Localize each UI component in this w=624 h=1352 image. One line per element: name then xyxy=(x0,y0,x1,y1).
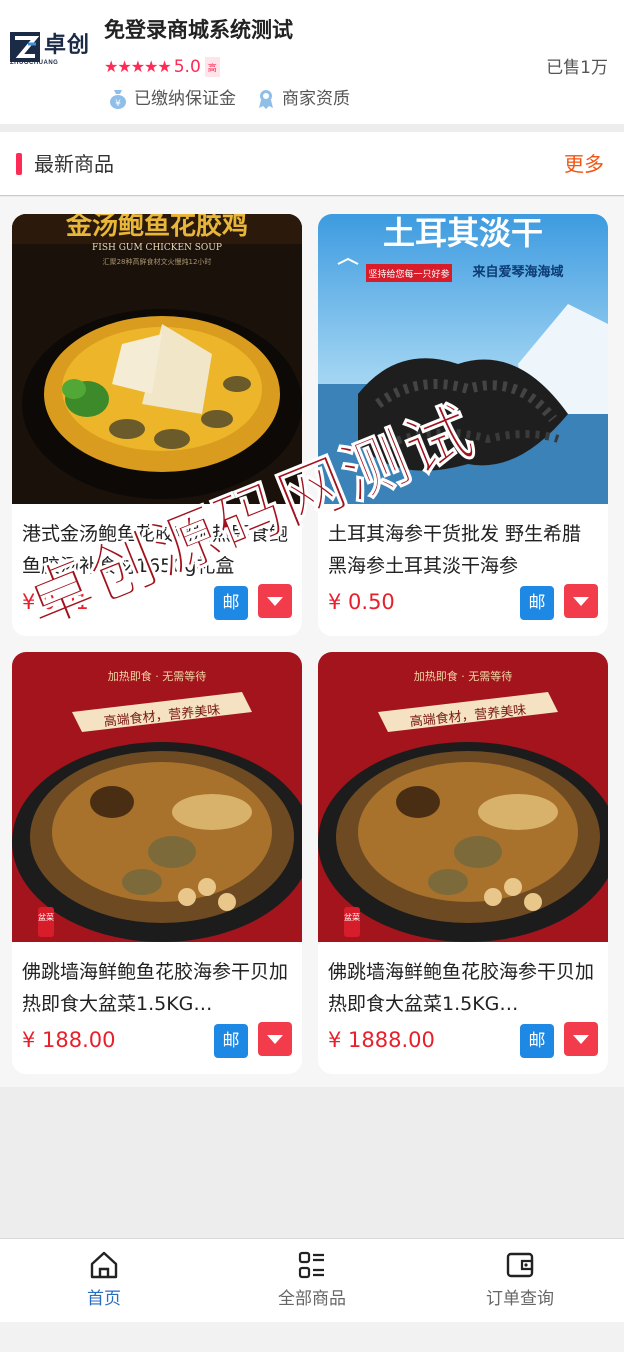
qualification-icon xyxy=(259,90,273,109)
tab-home[interactable]: 首页 xyxy=(0,1239,208,1323)
expand-button[interactable] xyxy=(258,1022,292,1056)
product-price: ¥ 0.01 xyxy=(22,590,89,614)
bottom-tab-bar: 首页 全部商品 订单查询 xyxy=(0,1238,624,1322)
rating-level-badge: 高 xyxy=(204,57,220,77)
rating-stars: ★★★★★ xyxy=(104,57,172,76)
grid-list-icon xyxy=(298,1251,324,1279)
product-image[interactable]: 土耳其淡干 坚持给您每一只好参 来自爱琴海海域 xyxy=(318,214,608,504)
product-title[interactable]: 土耳其海参干货批发 野生希腊黑海参土耳其淡干海参 xyxy=(328,518,600,582)
section-accent-bar xyxy=(16,153,22,175)
shop-rating: ★★★★★ 5.0 高 xyxy=(104,55,220,79)
chevron-down-icon xyxy=(573,1035,589,1044)
chevron-down-icon xyxy=(573,597,589,606)
expand-button[interactable] xyxy=(258,584,292,618)
free-shipping-tag: 邮 xyxy=(214,586,248,620)
shop-header: 卓创 ZHUOCHUANG 免登录商城系统测试 ★★★★★ 5.0 高 已售1万… xyxy=(0,0,624,124)
section-title: 最新商品 xyxy=(34,152,114,176)
bottom-safe-area xyxy=(0,1322,624,1352)
product-card[interactable]: 加热即食 · 无需等待 高端食材，营养美味 盆菜 佛跳墙海鲜鲍鱼花胶海参干贝加热… xyxy=(12,652,302,1074)
product-price: ¥ 188.00 xyxy=(22,1028,116,1052)
rating-score: 5.0 xyxy=(173,57,201,77)
image-tag: 盆菜 xyxy=(38,912,54,922)
tab-all-products-label: 全部商品 xyxy=(278,1289,346,1309)
tab-orders[interactable]: 订单查询 xyxy=(416,1239,624,1323)
more-link[interactable]: 更多 xyxy=(564,150,604,178)
badge-deposit-label: 已缴纳保证金 xyxy=(134,89,236,109)
product-title[interactable]: 港式金汤鲍鱼花胶鸡加热即食鲍鱼胶汤补食材1650g礼盒 xyxy=(22,518,294,582)
logo-text: 卓创 xyxy=(44,33,91,58)
logo-z-icon xyxy=(10,32,40,62)
image-subcaption: 加热即食 · 无需等待 xyxy=(108,669,207,683)
image-subcaption: 加热即食 · 无需等待 xyxy=(414,669,513,683)
free-shipping-tag: 邮 xyxy=(214,1024,248,1058)
svg-text:¥: ¥ xyxy=(115,99,121,109)
image-tag: 坚持给您每一只好参 xyxy=(368,268,449,280)
chevron-down-icon xyxy=(267,1035,283,1044)
expand-button[interactable] xyxy=(564,584,598,618)
product-card[interactable]: 金汤鲍鱼花胶鸡 FISH GUM CHICKEN SOUP 汇聚28种高鲜食材文… xyxy=(12,214,302,636)
logo-subtext: ZHUOCHUANG xyxy=(10,60,59,66)
wallet-icon xyxy=(506,1252,534,1278)
product-title[interactable]: 佛跳墙海鲜鲍鱼花胶海参干贝加热即食大盆菜1.5KG… xyxy=(22,956,294,1020)
product-price: ¥ 1888.00 xyxy=(328,1028,435,1052)
badge-deposit: ¥ 已缴纳保证金 xyxy=(108,86,236,112)
home-icon xyxy=(90,1251,118,1279)
product-card[interactable]: 加热即食 · 无需等待 高端食材，营养美味 盆菜 佛跳墙海鲜鲍鱼花胶海参干贝加热… xyxy=(318,652,608,1074)
tab-home-label: 首页 xyxy=(87,1289,121,1309)
product-image[interactable]: 金汤鲍鱼花胶鸡 FISH GUM CHICKEN SOUP 汇聚28种高鲜食材文… xyxy=(12,214,302,504)
badge-qualification: 商家资质 xyxy=(256,86,350,112)
tab-orders-label: 订单查询 xyxy=(486,1289,554,1309)
product-title[interactable]: 佛跳墙海鲜鲍鱼花胶海参干贝加热即食大盆菜1.5KG… xyxy=(328,956,600,1020)
bag-icon: ¥ xyxy=(110,90,126,109)
product-card[interactable]: 土耳其淡干 坚持给您每一只好参 来自爱琴海海域 土耳其海参干货批发 野生希腊黑海… xyxy=(318,214,608,636)
product-image[interactable]: 加热即食 · 无需等待 高端食材，营养美味 盆菜 xyxy=(318,652,608,942)
image-subcaption-2: 汇聚28种高鲜食材文火慢炖12小时 xyxy=(103,257,212,266)
product-grid: 金汤鲍鱼花胶鸡 FISH GUM CHICKEN SOUP 汇聚28种高鲜食材文… xyxy=(0,197,624,1087)
shop-badges: ¥ 已缴纳保证金 商家资质 xyxy=(108,86,370,112)
shop-name: 免登录商城系统测试 xyxy=(104,18,293,42)
image-tag: 盆菜 xyxy=(344,912,360,922)
chevron-down-icon xyxy=(267,597,283,606)
badge-qualification-label: 商家资质 xyxy=(282,89,350,109)
sold-count: 已售1万 xyxy=(546,58,608,78)
product-image[interactable]: 加热即食 · 无需等待 高端食材，营养美味 盆菜 xyxy=(12,652,302,942)
shop-logo: 卓创 ZHUOCHUANG xyxy=(10,32,90,68)
latest-products-header: 最新商品 更多 xyxy=(0,132,624,196)
image-subcaption: FISH GUM CHICKEN SOUP xyxy=(92,243,222,253)
free-shipping-tag: 邮 xyxy=(520,1024,554,1058)
image-caption: 土耳其淡干 xyxy=(383,214,543,252)
free-shipping-tag: 邮 xyxy=(520,586,554,620)
image-subcaption: 来自爱琴海海域 xyxy=(471,264,563,280)
product-price: ¥ 0.50 xyxy=(328,590,395,614)
tab-all-products[interactable]: 全部商品 xyxy=(208,1239,416,1323)
expand-button[interactable] xyxy=(564,1022,598,1056)
image-caption: 金汤鲍鱼花胶鸡 xyxy=(65,214,248,241)
